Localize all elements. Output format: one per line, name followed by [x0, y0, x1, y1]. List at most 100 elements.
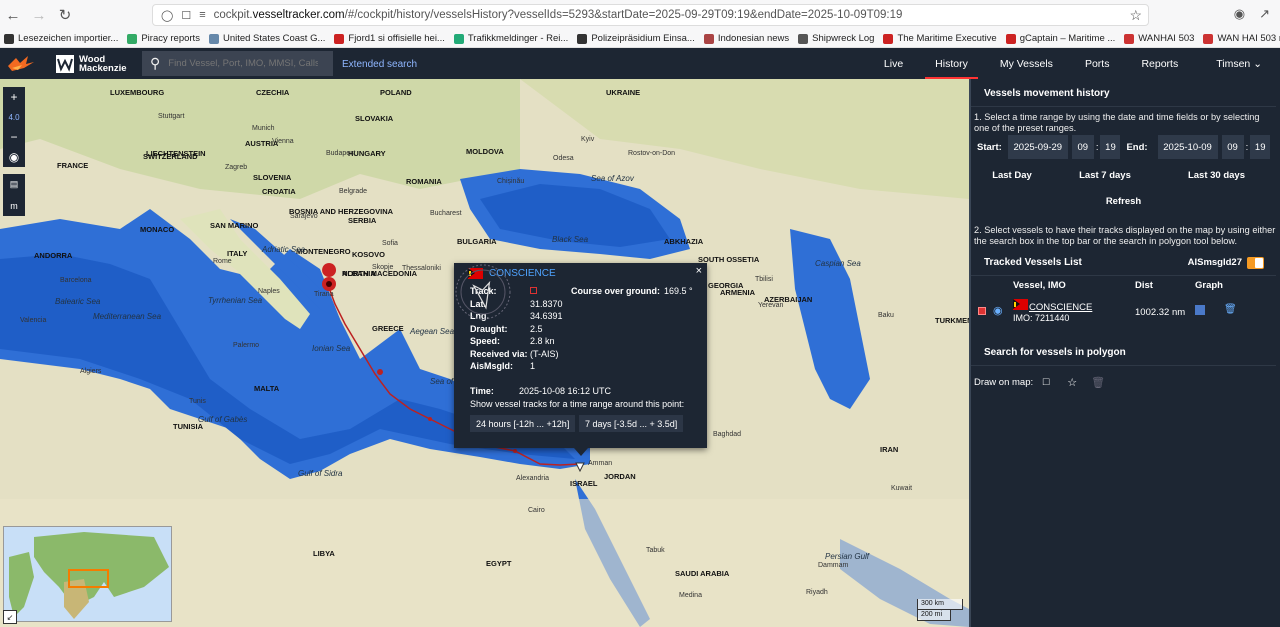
- bookmark-favicon-icon: [334, 33, 345, 44]
- vessel-search-input[interactable]: [168, 58, 319, 69]
- cog-value: 169.5 °: [664, 286, 693, 296]
- eye-icon[interactable]: ◉: [993, 304, 1003, 317]
- bookmark-item[interactable]: Shipwreck Log: [798, 33, 874, 44]
- bookmarks-bar: Lesezeichen importier... Piracy reports Un…: [0, 30, 1280, 48]
- map-label-country: TURKMEN: [935, 316, 969, 325]
- vessel-name-link[interactable]: CONSCIENCE: [1029, 302, 1092, 313]
- url-bar[interactable]: ◯ ☐ ≡ cockpit.vesseltracker.com/#/cockpi…: [152, 4, 1149, 26]
- last-30-days-button[interactable]: Last 30 days: [1157, 163, 1276, 187]
- track-7d-button[interactable]: 7 days [-3.5d ... + 3.5d]: [579, 415, 684, 432]
- bookmark-item[interactable]: WAN HAI 503 neu: [1203, 33, 1280, 44]
- bookmark-label: Indonesian news: [717, 33, 790, 44]
- vessel-search[interactable]: ⚲: [142, 51, 333, 76]
- trash-icon[interactable]: 🗑: [1085, 372, 1111, 392]
- nav-live[interactable]: Live: [868, 48, 919, 79]
- vessel-distance: 1002.32 nm: [1135, 307, 1186, 318]
- map-label-city: Medina: [679, 592, 702, 599]
- start-minute-input[interactable]: 19: [1100, 135, 1121, 159]
- reload-icon[interactable]: ↻: [52, 2, 78, 28]
- bookmark-item[interactable]: Piracy reports: [127, 33, 200, 44]
- extensions-icon[interactable]: ↗: [1259, 6, 1270, 22]
- map-canvas[interactable]: LUXEMBOURG CZECHIA POLAND UKRAINE FRANCE SWIT…: [0, 79, 969, 627]
- ais-msgid-toggle[interactable]: [1247, 257, 1264, 269]
- bookmark-favicon-icon: [1005, 33, 1016, 44]
- extended-search-link[interactable]: Extended search: [342, 59, 417, 70]
- permissions-icon: ≡: [199, 9, 206, 21]
- bookmark-item[interactable]: WANHAI 503: [1124, 33, 1194, 44]
- bookmark-item[interactable]: gCaptain – Maritime ...: [1005, 33, 1115, 44]
- map-label-city: Vienna: [272, 138, 294, 145]
- map-label-country: FRANCE: [57, 161, 89, 170]
- locate-icon[interactable]: ◉: [3, 147, 25, 167]
- bookmark-item[interactable]: Trafikkmeldinger - Rei...: [453, 33, 568, 44]
- map-label-country: LUXEMBOURG: [110, 88, 165, 97]
- zoom-out-button[interactable]: −: [3, 127, 25, 147]
- bookmark-item[interactable]: Indonesian news: [703, 33, 790, 44]
- cog-label: Course over ground:: [571, 286, 661, 296]
- step1-text: 1. Select a time range by using the date…: [974, 112, 1260, 133]
- bookmark-item[interactable]: United States Coast G...: [208, 33, 325, 44]
- bookmark-favicon-icon: [208, 33, 219, 44]
- refresh-button[interactable]: Refresh: [971, 189, 1276, 213]
- back-icon[interactable]: ←: [0, 2, 26, 28]
- map-label-country: POLAND: [380, 88, 412, 97]
- end-minute-input[interactable]: 19: [1250, 135, 1271, 159]
- track-24h-button[interactable]: 24 hours [-12h ... +12h]: [470, 415, 576, 432]
- track-color-checkbox[interactable]: [978, 307, 986, 315]
- account-icon[interactable]: ◉: [1234, 6, 1245, 22]
- trash-icon[interactable]: 🗑: [1224, 304, 1237, 315]
- minimap-viewport[interactable]: [68, 569, 109, 588]
- nav-reports[interactable]: Reports: [1125, 48, 1194, 79]
- bookmark-label: Lesezeichen importier...: [18, 33, 119, 44]
- tracked-table-header: Vessel, IMO Dist Graph: [971, 277, 1276, 293]
- rectangle-draw-icon[interactable]: □: [1033, 372, 1059, 392]
- map-label-country: LIECHTENSTEIN: [146, 149, 206, 158]
- vesseltracker-logo-icon[interactable]: [6, 54, 36, 74]
- nav-ports[interactable]: Ports: [1069, 48, 1126, 79]
- map-label-sea: Caspian Sea: [815, 259, 861, 268]
- close-icon[interactable]: ×: [696, 265, 702, 277]
- bookmark-item[interactable]: Lesezeichen importier...: [4, 33, 118, 44]
- start-date-input[interactable]: 2025-09-29: [1007, 135, 1068, 159]
- nav-history[interactable]: History: [919, 48, 984, 79]
- measure-icon[interactable]: m: [10, 201, 18, 211]
- zoom-in-button[interactable]: +: [3, 87, 25, 107]
- map-label-sea: Balearic Sea: [55, 297, 101, 306]
- start-hour-input[interactable]: 09: [1071, 135, 1094, 159]
- map-label-city: Stuttgart: [158, 113, 185, 120]
- user-menu[interactable]: Timsen ⌄: [1194, 58, 1280, 70]
- preset-ranges: Last Day Last 7 days Last 30 days: [971, 163, 1276, 187]
- tracked-vessel-row[interactable]: ◉ CONSCIENCE IMO: 7211440 1002.32 nm 🗑: [971, 295, 1276, 325]
- compass-icon: [455, 264, 511, 320]
- last-7-days-button[interactable]: Last 7 days: [1053, 163, 1157, 187]
- minimap-toggle-icon[interactable]: ↙: [3, 610, 17, 624]
- map-label-city: Munich: [252, 125, 275, 132]
- map-label-country: EGYPT: [486, 559, 512, 568]
- map-label-city: Tirana: [314, 291, 334, 298]
- brand-line-2: Mackenzie: [79, 62, 127, 74]
- bookmark-item[interactable]: Polizeipräsidium Einsa...: [577, 33, 695, 44]
- time-label: Time:: [470, 386, 494, 396]
- last-day-button[interactable]: Last Day: [971, 163, 1053, 187]
- bookmark-item[interactable]: The Maritime Executive: [883, 33, 997, 44]
- layers-icon[interactable]: ▤: [10, 179, 19, 190]
- bookmark-item[interactable]: Fjord1 si offisielle hei...: [334, 33, 445, 44]
- track-color-box[interactable]: [530, 287, 537, 294]
- end-date-input[interactable]: 2025-10-09: [1157, 135, 1218, 159]
- map-label-city: Odesa: [553, 155, 574, 162]
- graph-icon[interactable]: [1195, 305, 1205, 315]
- end-label: End:: [1126, 141, 1148, 153]
- overview-minimap[interactable]: [3, 526, 172, 622]
- polygon-draw-icon[interactable]: ☆: [1059, 372, 1085, 392]
- end-hour-input[interactable]: 09: [1221, 135, 1244, 159]
- nav-my-vessels[interactable]: My Vessels: [984, 48, 1069, 79]
- map-zoom-controls: + 4.0 − ◉: [3, 87, 25, 167]
- popup-field-row: Received via: (T-AIS): [470, 349, 600, 359]
- map-label-country: GREECE: [372, 324, 404, 333]
- popup-field-value: 2.5: [530, 323, 543, 334]
- bookmark-star-icon[interactable]: ☆: [1129, 7, 1142, 24]
- map-label-sea: Gulf of Gabès: [198, 415, 248, 424]
- forward-icon[interactable]: →: [26, 2, 52, 28]
- bookmark-favicon-icon: [883, 33, 894, 44]
- bookmark-favicon-icon: [703, 33, 714, 44]
